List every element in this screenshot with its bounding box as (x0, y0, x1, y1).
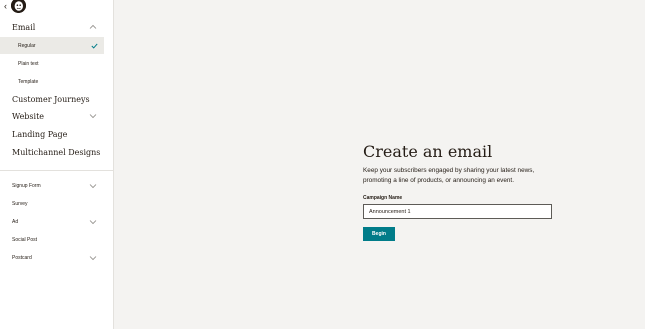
chevron-down-icon (89, 255, 97, 261)
sidebar-divider (0, 170, 113, 171)
sidebar-item-label: Template (18, 78, 39, 85)
checkmark-icon (91, 43, 98, 49)
chevron-up-icon (89, 24, 97, 30)
sidebar-item-website[interactable]: Website (0, 108, 104, 124)
sidebar-item-template[interactable]: Template (0, 73, 104, 90)
sidebar-item-label: Regular (18, 42, 36, 49)
page-title: Create an email (363, 142, 493, 161)
sidebar-item-label: Postcard (12, 254, 32, 261)
sidebar-item-label: Social Post (12, 236, 38, 243)
mailchimp-logo[interactable] (11, 0, 26, 13)
page-description: Keep your subscribers engaged by sharing… (363, 167, 535, 184)
sidebar-item-survey[interactable]: Survey (0, 195, 104, 212)
sidebar-item-ad[interactable]: Ad (0, 213, 104, 230)
sidebar-item-regular[interactable]: Regular (0, 37, 104, 54)
chevron-down-icon (89, 183, 97, 189)
sidebar-item-label: Plain text (18, 60, 39, 67)
sidebar-item-label: Ad (12, 218, 19, 225)
campaign-name-input[interactable] (363, 204, 552, 219)
chevron-down-icon (89, 219, 97, 225)
sidebar-item-label: Website (12, 111, 45, 121)
sidebar-item-signup-form[interactable]: Signup Form (0, 177, 104, 194)
sidebar-item-label: Email (12, 22, 36, 32)
sidebar-item-postcard[interactable]: Postcard (0, 249, 104, 266)
sidebar-item-multichannel-designs[interactable]: Multichannel Designs (0, 144, 104, 160)
sidebar-item-customer-journeys[interactable]: Customer Journeys (0, 91, 104, 107)
sidebar-item-label: Multichannel Designs (12, 147, 101, 157)
sidebar-item-label: Customer Journeys (12, 94, 90, 104)
main-content: Create an email Keep your subscribers en… (114, 0, 645, 329)
sidebar-item-label: Survey (12, 200, 28, 207)
chevron-down-icon (89, 113, 97, 119)
back-arrow-icon[interactable]: ‹ (4, 1, 7, 11)
sidebar: ‹ Email Regular Plain text Template Cust… (0, 0, 114, 329)
begin-button[interactable]: Begin (363, 227, 395, 241)
sidebar-item-label: Signup Form (12, 182, 41, 189)
sidebar-header: ‹ (0, 0, 114, 14)
sidebar-item-social-post[interactable]: Social Post (0, 231, 104, 248)
sidebar-item-email[interactable]: Email (0, 19, 104, 35)
sidebar-item-plain-text[interactable]: Plain text (0, 55, 104, 72)
sidebar-item-landing-page[interactable]: Landing Page (0, 126, 104, 142)
campaign-name-label: Campaign Name (363, 195, 403, 201)
sidebar-item-label: Landing Page (12, 129, 68, 139)
